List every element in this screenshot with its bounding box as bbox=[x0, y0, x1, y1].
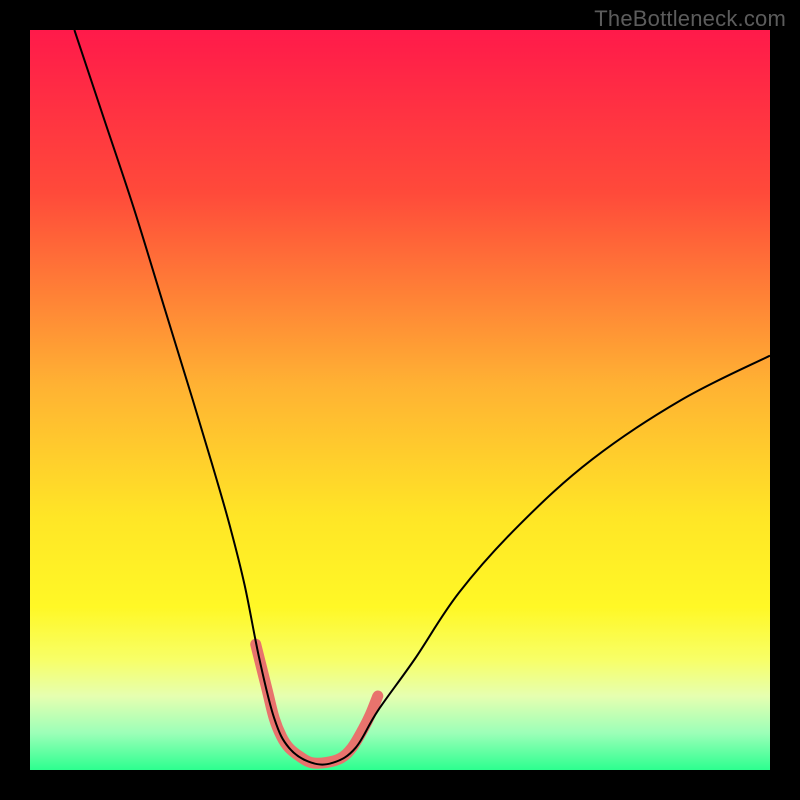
bottleneck-curve-path bbox=[74, 30, 770, 765]
highlight-valley-path bbox=[256, 644, 378, 763]
plot-area bbox=[30, 30, 770, 770]
curve-layer bbox=[30, 30, 770, 770]
chart-frame: TheBottleneck.com bbox=[0, 0, 800, 800]
watermark-text: TheBottleneck.com bbox=[594, 6, 786, 32]
